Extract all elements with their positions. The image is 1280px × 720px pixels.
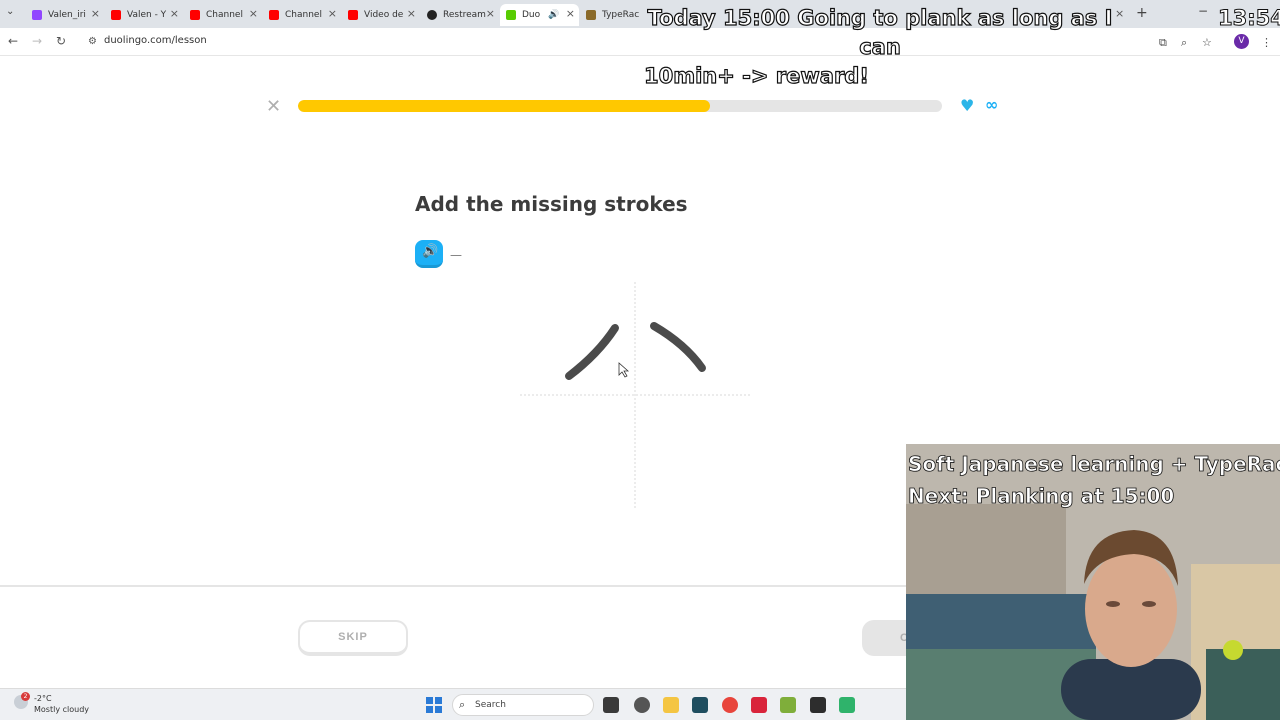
youtube-icon <box>111 10 121 20</box>
site-info-icon[interactable]: ⚙ <box>88 36 97 47</box>
tab-title: TypeRac <box>602 10 640 20</box>
mouse-cursor-icon <box>618 362 630 378</box>
minimize-window-icon[interactable]: − <box>1198 4 1208 18</box>
twitch-icon <box>32 10 42 20</box>
profile-avatar[interactable]: V <box>1234 34 1249 49</box>
notepad-app-icon[interactable] <box>780 697 796 713</box>
spreadsheet-app-icon[interactable] <box>839 697 855 713</box>
windows-start-icon[interactable] <box>426 697 442 713</box>
url-text[interactable]: duolingo.com/lesson <box>104 35 207 46</box>
speaker-icon: 🔊 <box>422 244 439 259</box>
tab-title: Restream <box>443 10 486 20</box>
obs-icon[interactable] <box>634 697 650 713</box>
stroke-canvas-svg[interactable] <box>520 282 750 510</box>
tab-title: Valen - Y <box>127 10 167 20</box>
close-tab-icon[interactable]: × <box>328 7 337 20</box>
stroke-left <box>565 324 619 380</box>
notification-badge: 2 <box>21 692 30 701</box>
weather-description[interactable]: Mostly cloudy <box>34 705 89 714</box>
tab-title: Valen_iri <box>48 10 86 20</box>
close-tab-icon[interactable]: × <box>91 7 100 20</box>
stream-clock: 13:54 <box>1218 6 1280 31</box>
heart-icon: ♥ <box>960 96 975 115</box>
overlay-line: 10min+ -> reward! <box>643 63 869 88</box>
bookmark-star-icon[interactable]: ☆ <box>1202 36 1212 49</box>
youtube-icon <box>269 10 279 20</box>
tab-audio-icon[interactable]: 🔊 <box>548 10 559 20</box>
page-title: Add the missing strokes <box>415 192 688 216</box>
browser-tab[interactable]: TypeRac <box>580 4 640 26</box>
browser-tab[interactable]: Restream × <box>421 4 499 26</box>
lesson-progress-fill <box>298 100 711 112</box>
install-app-icon[interactable]: ⧉ <box>1159 36 1167 50</box>
restream-icon <box>427 10 437 20</box>
tab-search-chevron-icon[interactable]: ⌄ <box>6 6 14 17</box>
search-icon: ⌕ <box>459 698 466 711</box>
chrome-icon[interactable] <box>722 697 738 713</box>
browser-tab[interactable]: Valen_iri × <box>26 4 104 26</box>
footer-divider <box>0 585 906 587</box>
browser-tab[interactable]: Video de × <box>342 4 420 26</box>
terminal-icon[interactable] <box>810 697 826 713</box>
hearts-count: ∞ <box>985 95 999 114</box>
webcam-caption: Soft Japanese learning + TypeRac Next: P… <box>908 448 1280 512</box>
skip-button[interactable]: SKIP <box>298 620 408 656</box>
back-arrow-icon[interactable]: ← <box>8 34 18 48</box>
tab-title: Channel <box>206 10 243 20</box>
file-explorer-icon[interactable] <box>663 697 679 713</box>
close-tab-icon[interactable]: × <box>407 7 416 20</box>
weather-temperature[interactable]: -2°C <box>34 694 52 703</box>
record-app-icon[interactable] <box>751 697 767 713</box>
close-tab-icon[interactable]: × <box>170 7 179 20</box>
typeracer-icon <box>586 10 596 20</box>
browser-tab[interactable]: Channel × <box>263 4 341 26</box>
close-lesson-icon[interactable]: ✕ <box>266 96 281 117</box>
webcam-feed: Soft Japanese learning + TypeRac Next: P… <box>906 444 1280 720</box>
duolingo-icon <box>506 10 516 20</box>
youtube-icon <box>190 10 200 20</box>
tab-title: Video de <box>364 10 404 20</box>
search-placeholder: Search <box>475 700 506 710</box>
stroke-drawing-canvas[interactable] <box>520 282 750 510</box>
tab-title: Channel <box>285 10 322 20</box>
zoom-icon[interactable]: ⌕ <box>1181 36 1187 50</box>
windows-taskbar: 2 -2°C Mostly cloudy ⌕ Search <box>0 688 906 720</box>
overlay-line: Today 15:00 Going to plank as long as I … <box>647 5 1113 59</box>
new-tab-plus-icon[interactable]: + <box>1136 5 1148 21</box>
browser-tab[interactable]: Channel × <box>184 4 262 26</box>
caption-line: Soft Japanese learning + TypeRac <box>908 452 1280 477</box>
taskbar-search-input[interactable]: ⌕ Search <box>452 694 594 716</box>
reload-icon[interactable]: ↻ <box>56 34 66 48</box>
youtube-icon <box>348 10 358 20</box>
stroke-right <box>650 322 706 372</box>
reading-hint: — <box>450 248 462 262</box>
lesson-progress-bar <box>298 100 942 112</box>
close-tab-icon[interactable]: × <box>249 7 258 20</box>
screen-app-icon[interactable] <box>692 697 708 713</box>
stream-overlay-text: Today 15:00 Going to plank as long as I … <box>640 4 1120 91</box>
caption-line: Next: Planking at 15:00 <box>908 484 1175 509</box>
tab-title: Duo <box>522 10 541 20</box>
task-view-icon[interactable] <box>603 697 619 713</box>
close-tab-icon[interactable]: × <box>566 7 575 20</box>
browser-tab-active[interactable]: Duo 🔊 × <box>500 4 579 26</box>
close-tab-icon[interactable]: × <box>486 7 495 20</box>
browser-menu-icon[interactable]: ⋮ <box>1261 36 1272 49</box>
forward-arrow-icon[interactable]: → <box>32 34 42 48</box>
browser-tab[interactable]: Valen - Y × <box>105 4 183 26</box>
play-audio-button[interactable]: 🔊 <box>415 240 443 268</box>
